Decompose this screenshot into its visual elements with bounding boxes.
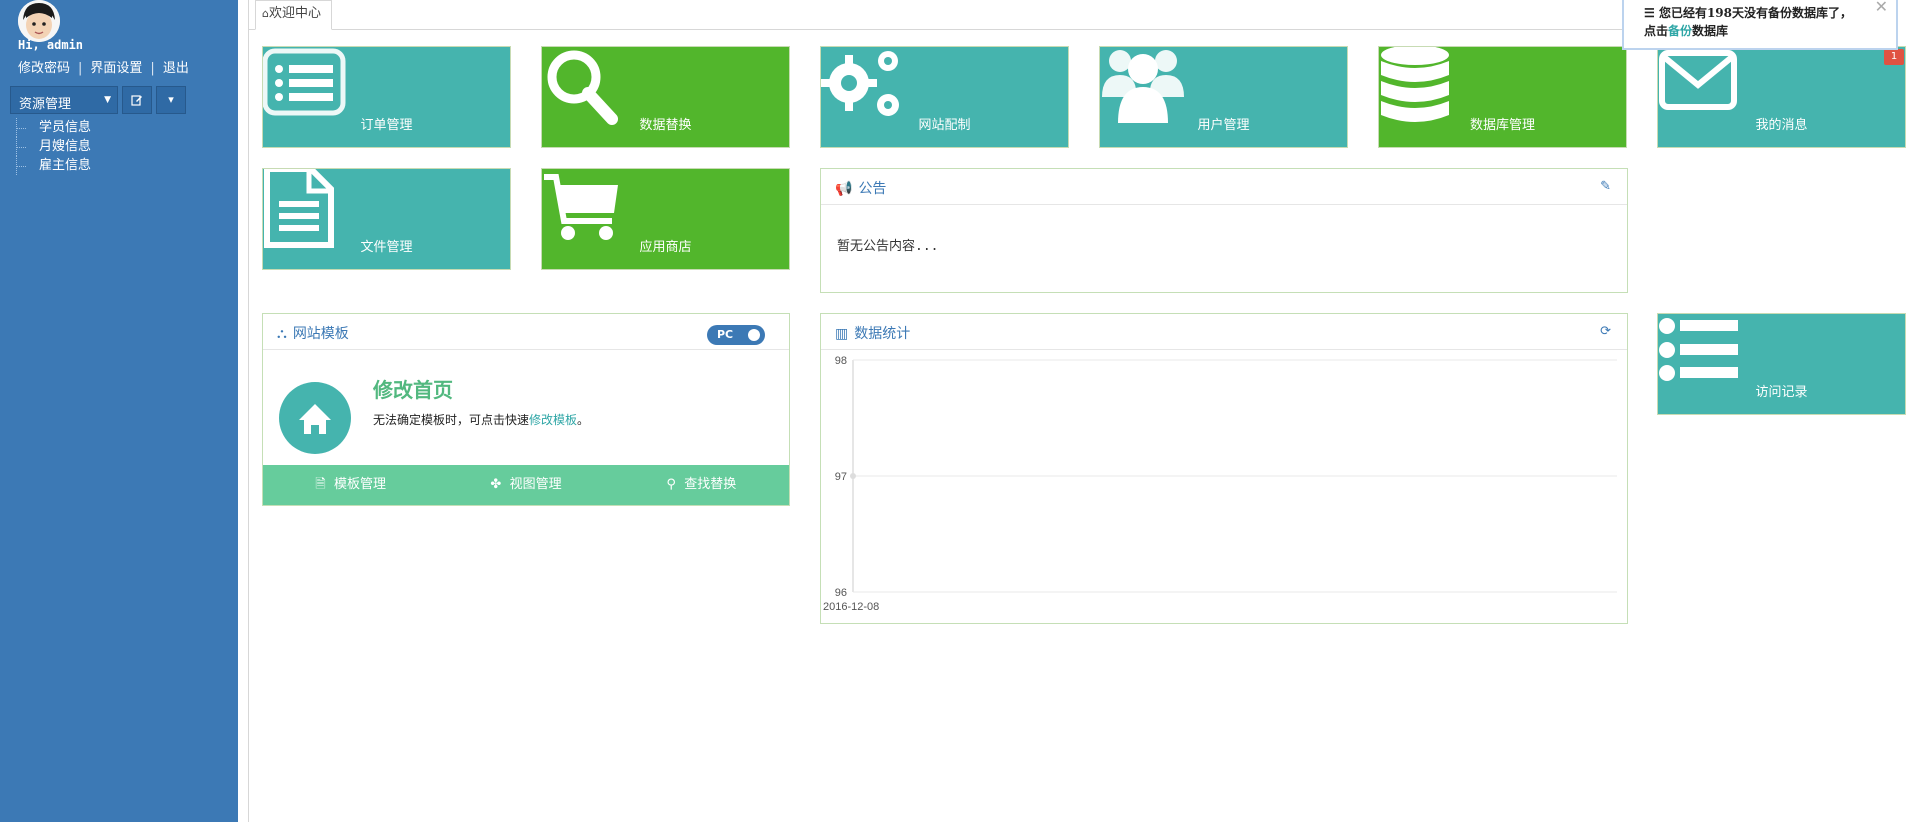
bullhorn-icon: 📢 [835,181,853,197]
backup-reminder-toast: ☰ 您已经有198天没有备份数据库了， 点击备份数据库 ✕ [1622,0,1898,50]
tile-users[interactable]: 用户管理 [1099,46,1348,148]
stats-panel: ▥ 数据统计 ⟳ 98 97 96 2016-12-08 [820,313,1628,624]
tile-visit-log[interactable]: 访问记录 [1657,313,1906,415]
template-actions-bar: 🗎 模板管理 ✤ 视图管理 ⚲ 查找替换 [263,465,789,505]
database-icon: ☰ [1644,6,1655,20]
view-manage-button[interactable]: ✤ 视图管理 [438,465,613,505]
y-tick-label: 97 [835,471,847,483]
edit-homepage-title: 修改首页 [373,378,453,402]
template-description: 无法确定模板时，可点击快速修改模板。 [373,413,590,427]
y-tick-label: 96 [835,587,847,599]
backup-link[interactable]: 备份 [1668,24,1692,38]
sidebar: Hi, admin 修改密码 | 界面设置 | 退出 资源管理 ▼ ▾ 学员信息 月嫂信… [0,0,238,822]
data-point [850,473,856,479]
notice-panel-header: 📢 公告 ✎ [821,169,1627,205]
logout-link[interactable]: 退出 [163,61,189,76]
toggle-knob [748,329,760,341]
message-count-badge: 1 [1884,49,1904,65]
template-panel: ⛬ 网站模板 PC 修改首页 无法确定模板时，可点击快速修改模板。 🗎 模板管理 … [262,313,790,506]
stats-chart: 98 97 96 2016-12-08 [823,355,1617,613]
resource-tree: 学员信息 月嫂信息 雇主信息 [14,118,91,175]
cart-icon [544,174,618,240]
notice-panel: 📢 公告 ✎ 暂无公告内容... [820,168,1628,293]
edit-notice-icon[interactable]: ✎ [1600,179,1611,194]
home-icon [279,382,351,454]
y-tick-label: 98 [835,355,847,367]
list-bullet-icon [1659,318,1738,381]
search-icon: ⚲ [666,477,676,492]
tile-app-store[interactable]: 应用商店 [541,168,790,270]
resource-select[interactable]: 资源管理 ▼ [10,86,118,114]
sitemap-icon: ⛬ [277,326,287,342]
x-tick-label: 2016-12-08 [823,601,879,613]
edit-button[interactable] [122,86,152,114]
tile-messages[interactable]: 1 我的消息 [1657,46,1906,148]
tab-bar: ⌂欢迎中心 [249,0,1649,30]
edit-icon [131,95,142,106]
user-greeting: Hi, admin [18,38,84,52]
change-password-link[interactable]: 修改密码 [18,61,70,76]
refresh-icon[interactable]: ⟳ [1600,324,1611,339]
user-links: 修改密码 | 界面设置 | 退出 [18,61,189,76]
close-icon[interactable]: ✕ [1875,0,1888,16]
puzzle-icon: ✤ [490,477,502,492]
tile-database[interactable]: 数据库管理 [1378,46,1627,148]
envelope-icon [1659,50,1737,110]
tile-site-config[interactable]: 网站配制 [820,46,1069,148]
tab-welcome[interactable]: ⌂欢迎中心 [255,0,332,30]
tile-files[interactable]: 文件管理 [262,168,511,270]
tree-item-students[interactable]: 学员信息 [14,118,91,137]
home-icon: ⌂ [262,7,269,20]
main-content: ⌂欢迎中心 订单管理 数据替换 网站配制 用户管理 数据库管理 1 我的消息 文… [248,0,1919,822]
tree-item-nannies[interactable]: 月嫂信息 [14,137,91,156]
code-file-icon: 🗎 [315,477,326,492]
avatar[interactable] [18,0,60,42]
bar-chart-icon: ▥ [835,326,849,342]
find-replace-button[interactable]: ⚲ 查找替换 [614,465,789,505]
list-icon [263,48,346,116]
caret-down-icon: ▼ [104,95,111,105]
pc-toggle[interactable]: PC [707,325,765,345]
caret-down-icon: ▾ [168,93,174,106]
tree-item-employers[interactable]: 雇主信息 [14,156,91,175]
notice-content: 暂无公告内容... [837,239,939,254]
stats-panel-header: ▥ 数据统计 ⟳ [821,314,1627,350]
edit-template-link[interactable]: 修改模板 [529,413,577,427]
template-manage-button[interactable]: 🗎 模板管理 [263,465,438,505]
tile-orders[interactable]: 订单管理 [262,46,511,148]
tile-data-replace[interactable]: 数据替换 [541,46,790,148]
template-panel-header: ⛬ 网站模板 PC [263,314,789,350]
ui-settings-link[interactable]: 界面设置 [90,61,142,76]
dropdown-button[interactable]: ▾ [156,86,186,114]
